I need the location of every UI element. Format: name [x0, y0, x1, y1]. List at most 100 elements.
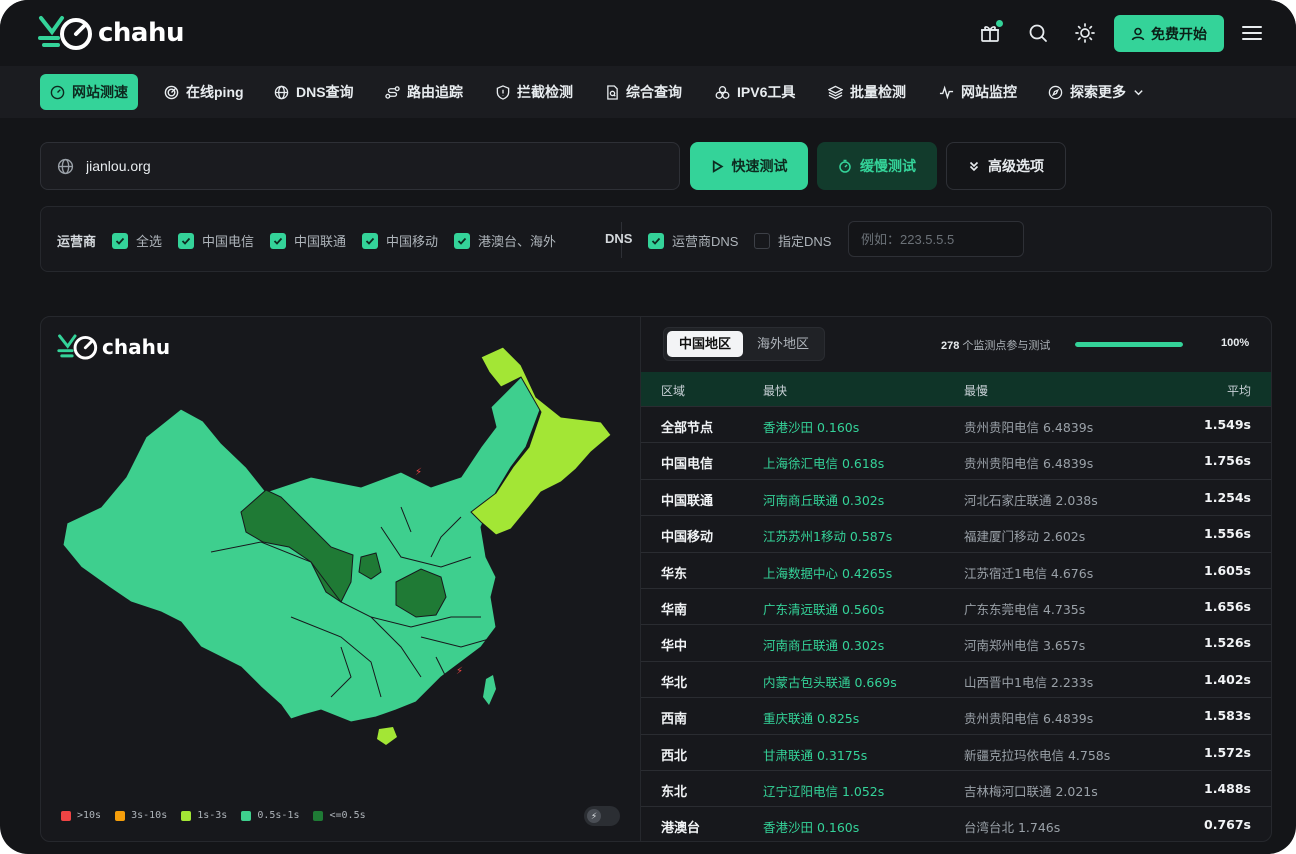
dns-checkbox-isp[interactable]: 运营商DNS: [648, 231, 738, 250]
map-section: chahu ⚡ ⚡ >10s 3s-10s 1s-3s 0.5s-1s <=0.…: [41, 317, 641, 841]
tab-overseas[interactable]: 海外地区: [745, 331, 821, 357]
nav-label: 探索更多: [1070, 84, 1126, 100]
checkbox-checked-icon: [178, 232, 194, 249]
quick-test-label: 快速测试: [731, 158, 788, 174]
filter-bar: 运营商 全选 中国电信 中国联通 中国移动 港澳台、海外 DNS 运营商DNS: [40, 206, 1272, 272]
nav-item-monitor[interactable]: 网站监控: [929, 74, 1027, 110]
column-header-region: 区域: [661, 384, 686, 398]
dns-server-input[interactable]: [848, 221, 1024, 257]
nav-item-comprehensive[interactable]: 综合查询: [596, 74, 692, 110]
nav-item-traceroute[interactable]: 路由追踪: [375, 74, 473, 110]
advanced-options-button[interactable]: 高级选项: [946, 142, 1066, 190]
nav-item-dns[interactable]: DNS查询: [264, 74, 364, 110]
layers-icon: [828, 85, 843, 99]
play-icon: [712, 159, 724, 173]
cell-average: 1.583s: [1204, 708, 1251, 724]
brand-logo[interactable]: chahu: [38, 14, 185, 52]
notification-dot: [996, 20, 1003, 27]
isp-checkbox-unicom[interactable]: 中国联通: [270, 231, 346, 250]
cell-average: 0.767s: [1204, 817, 1251, 833]
top-header: chahu 免费开始: [0, 0, 1296, 66]
results-table-section: 中国地区 海外地区 278 个监测点参与测试 100% 区域 最快 最慢 平均 …: [641, 317, 1271, 841]
test-progress-bar: [1075, 342, 1183, 347]
cell-region: 中国电信: [661, 456, 714, 472]
cell-average: 1.556s: [1204, 526, 1251, 542]
legend-item: 0.5s-1s: [241, 810, 299, 821]
quick-test-button[interactable]: 快速测试: [690, 142, 808, 190]
nav-item-block-check[interactable]: 拦截检测: [486, 74, 583, 110]
cell-slowest: 贵州贵阳电信 6.4839s: [964, 420, 1094, 435]
nav-item-ipv6[interactable]: IPV6工具: [705, 74, 805, 110]
search-icon[interactable]: [1025, 20, 1051, 46]
free-start-button[interactable]: 免费开始: [1114, 15, 1224, 52]
isp-checkbox-overseas[interactable]: 港澳台、海外: [454, 231, 556, 250]
table-row[interactable]: 西北 甘肃联通 0.3175s 新疆克拉玛依电信 4.758s 1.572s: [641, 733, 1271, 770]
table-row[interactable]: 中国移动 江苏苏州1移动 0.587s 福建厦门移动 2.602s 1.556s: [641, 515, 1271, 551]
nav-item-explore-more[interactable]: 探索更多: [1038, 74, 1154, 110]
stopwatch-icon: [839, 159, 851, 173]
nav-label: 网站监控: [961, 84, 1017, 100]
map-region-taiwan[interactable]: [483, 675, 496, 705]
isp-checkbox-mobile[interactable]: 中国移动: [362, 231, 438, 250]
region-tabs: 中国地区 海外地区: [663, 327, 826, 361]
dns-checkbox-custom[interactable]: 指定DNS: [754, 231, 831, 250]
table-row[interactable]: 中国联通 河南商丘联通 0.302s 河北石家庄联通 2.038s 1.254s: [641, 478, 1271, 515]
table-row[interactable]: 中国电信 上海徐汇电信 0.618s 贵州贵阳电信 6.4839s 1.756s: [641, 442, 1271, 478]
cell-slowest: 江苏宿迁1电信 4.676s: [964, 565, 1094, 581]
cell-region: 中国移动: [661, 529, 714, 545]
checkbox-unchecked-icon: [754, 232, 770, 249]
legend-label: >10s: [77, 810, 102, 821]
url-input-wrapper: [40, 142, 680, 190]
logo-mark-icon: [38, 16, 92, 50]
nav-item-speed-test[interactable]: 网站测速: [40, 74, 138, 110]
legend-swatch: [115, 810, 126, 821]
slow-test-button[interactable]: 缓慢测试: [817, 142, 937, 190]
cell-fastest: 香港沙田 0.160s: [763, 420, 860, 435]
cell-region: 东北: [661, 784, 688, 799]
gift-icon[interactable]: [977, 20, 1003, 46]
cell-fastest: 辽宁辽阳电信 1.052s: [763, 784, 885, 799]
bolt-icon: ⚡: [587, 809, 601, 823]
table-row[interactable]: 全部节点 香港沙田 0.160s 贵州贵阳电信 6.4839s 1.549s: [641, 406, 1271, 442]
isp-checkbox-telecom[interactable]: 中国电信: [178, 231, 254, 250]
hamburger-menu-icon[interactable]: [1239, 20, 1265, 46]
checkbox-checked-icon: [270, 232, 286, 249]
checkbox-label: 港澳台、海外: [478, 234, 557, 249]
table-row[interactable]: 华北 内蒙古包头联通 0.669s 山西晋中1电信 2.233s 1.402s: [641, 660, 1271, 697]
table-row[interactable]: 港澳台 香港沙田 0.160s 台湾台北 1.746s 0.767s: [641, 806, 1271, 841]
url-input[interactable]: [86, 158, 646, 174]
cell-slowest: 新疆克拉玛依电信 4.758s: [964, 747, 1111, 763]
nav-label: DNS查询: [296, 84, 354, 100]
cell-fastest: 香港沙田 0.160s: [763, 820, 860, 836]
table-row[interactable]: 西南 重庆联通 0.825s 贵州贵阳电信 6.4839s 1.583s: [641, 697, 1271, 733]
slow-test-label: 缓慢测试: [860, 158, 916, 174]
table-row[interactable]: 华东 上海数据中心 0.4265s 江苏宿迁1电信 4.676s 1.605s: [641, 551, 1271, 588]
legend-item: 3s-10s: [115, 810, 167, 821]
cell-region: 港澳台: [661, 820, 701, 836]
nav-item-ping[interactable]: 在线ping: [154, 74, 254, 110]
cell-slowest: 河北石家庄联通 2.038s: [964, 492, 1098, 508]
pulse-icon: [939, 84, 954, 100]
table-row[interactable]: 华南 广东清远联通 0.560s 广东东莞电信 4.735s 1.656s: [641, 588, 1271, 624]
cell-region: 西南: [661, 711, 688, 727]
map-legend: >10s 3s-10s 1s-3s 0.5s-1s <=0.5s: [61, 810, 366, 821]
dns-label: DNS: [605, 231, 633, 246]
cell-slowest: 河南郑州电信 3.657s: [964, 638, 1086, 654]
tab-china[interactable]: 中国地区: [667, 331, 744, 357]
table-row[interactable]: 华中 河南商丘联通 0.302s 河南郑州电信 3.657s 1.526s: [641, 624, 1271, 660]
cell-region: 华北: [661, 674, 688, 690]
map-region-hainan[interactable]: [377, 727, 397, 745]
sun-theme-icon[interactable]: [1072, 20, 1098, 46]
map-mode-toggle[interactable]: ⚡: [584, 806, 620, 826]
china-latency-map[interactable]: ⚡ ⚡: [41, 317, 641, 787]
isp-checkbox-all[interactable]: 全选: [112, 231, 162, 250]
cell-average: 1.254s: [1204, 489, 1251, 505]
nav-item-batch[interactable]: 批量检测: [818, 74, 916, 110]
cell-region: 华东: [661, 565, 688, 581]
cell-average: 1.572s: [1204, 744, 1251, 760]
table-row[interactable]: 东北 辽宁辽阳电信 1.052s 吉林梅河口联通 2.021s 1.488s: [641, 770, 1271, 806]
cell-fastest: 江苏苏州1移动 0.587s: [763, 529, 893, 545]
legend-item: 1s-3s: [181, 810, 227, 821]
checkbox-label: 指定DNS: [778, 234, 832, 249]
node-count: 278: [941, 340, 960, 352]
